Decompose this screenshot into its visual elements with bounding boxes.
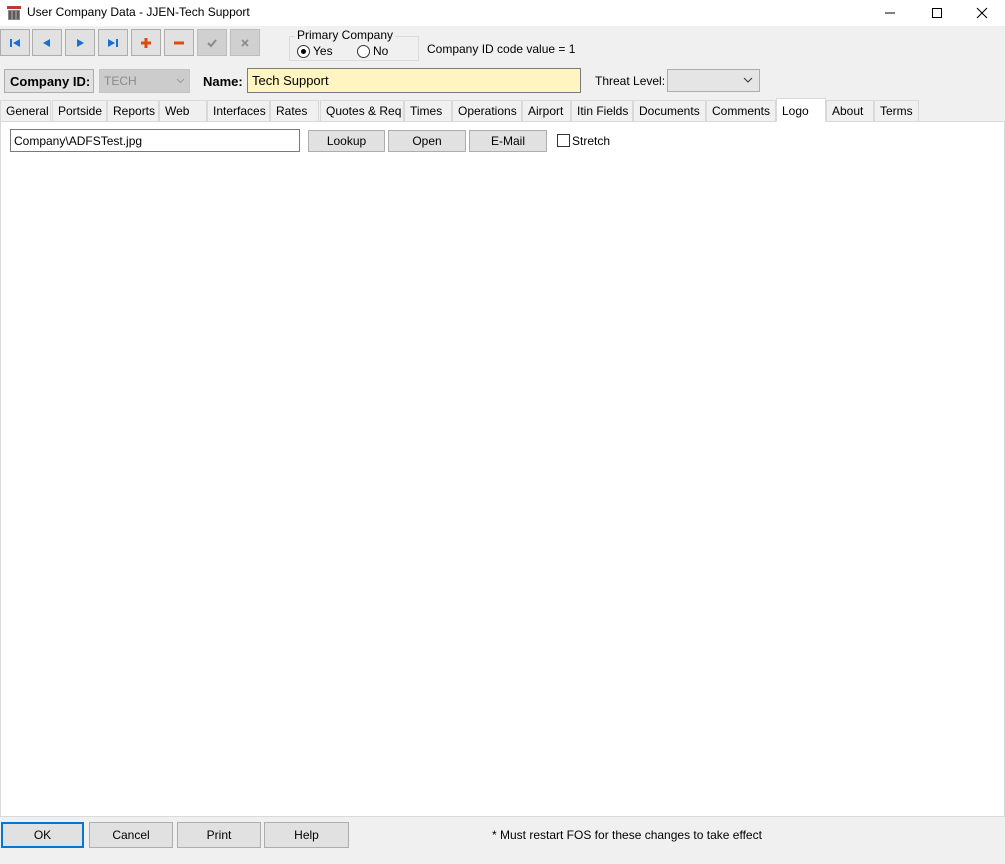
print-button[interactable]: Print [177,822,261,848]
tab-reports[interactable]: Reports [107,100,159,121]
app-icon [6,5,22,21]
logo-tab-panel [0,121,1005,817]
previous-record-button[interactable] [32,29,62,56]
email-button[interactable]: E-Mail [469,130,547,152]
chevron-down-icon [743,77,753,83]
primary-company-legend: Primary Company [295,28,396,42]
tab-terms[interactable]: Terms [874,100,919,121]
company-id-value: TECH [104,74,137,88]
delete-record-button[interactable] [164,29,194,56]
tab-documents[interactable]: Documents [633,100,706,121]
ok-button[interactable]: OK [1,822,84,848]
first-record-button[interactable] [0,29,30,56]
tab-quotes-req[interactable]: Quotes & Req [320,100,404,121]
open-button[interactable]: Open [388,130,466,152]
minus-icon [174,41,184,44]
name-input[interactable]: Tech Support [247,68,581,93]
maximize-icon [932,8,942,18]
previous-icon [43,38,50,47]
tab-operations[interactable]: Operations [452,100,522,121]
primary-yes-label[interactable]: Yes [313,44,333,58]
check-icon [207,38,217,47]
tab-comments[interactable]: Comments [706,100,776,121]
tab-times[interactable]: Times [404,100,452,121]
tab-general[interactable]: General [0,100,51,121]
tab-rates[interactable]: Rates [270,100,319,121]
minimize-icon [885,12,895,14]
tab-web[interactable]: Web [159,100,207,121]
save-record-button[interactable] [197,29,227,56]
restart-note: * Must restart FOS for these changes to … [492,828,762,842]
stretch-checkbox[interactable] [557,134,570,147]
add-record-button[interactable] [131,29,161,56]
name-input-value: Tech Support [252,73,329,88]
primary-no-label[interactable]: No [373,44,388,58]
first-icon [10,38,20,47]
maximize-button[interactable] [914,0,960,26]
tab-logo[interactable]: Logo [776,98,826,122]
lookup-button[interactable]: Lookup [308,130,385,152]
tab-portside[interactable]: Portside [52,100,107,121]
threat-level-label: Threat Level: [595,74,666,88]
tab-airport[interactable]: Airport [522,100,571,121]
logo-path-value: Company\ADFSTest.jpg [14,133,143,148]
plus-icon [141,37,151,48]
last-icon [108,38,118,47]
window-title: User Company Data - JJEN-Tech Support [27,5,250,19]
primary-yes-radio[interactable] [297,45,310,58]
company-id-combo: TECH [99,69,190,93]
help-button[interactable]: Help [264,822,349,848]
company-id-label: Company ID: [4,69,94,93]
tab-itin-fields[interactable]: Itin Fields [571,100,633,121]
next-icon [77,38,84,47]
tab-about[interactable]: About [826,100,874,121]
tab-interfaces[interactable]: Interfaces [207,100,270,121]
last-record-button[interactable] [98,29,128,56]
chevron-down-icon [176,78,185,84]
x-icon [241,38,249,47]
close-icon [976,7,988,19]
cancel-record-button[interactable] [230,29,260,56]
company-id-code-text: Company ID code value = 1 [427,42,576,56]
cancel-button[interactable]: Cancel [89,822,173,848]
primary-no-radio[interactable] [357,45,370,58]
name-label: Name: [203,74,243,89]
next-record-button[interactable] [65,29,95,56]
close-button[interactable] [959,0,1005,26]
stretch-label[interactable]: Stretch [572,134,610,148]
threat-level-select[interactable] [667,69,760,92]
minimize-button[interactable] [867,0,913,26]
logo-path-input[interactable]: Company\ADFSTest.jpg [10,129,300,152]
